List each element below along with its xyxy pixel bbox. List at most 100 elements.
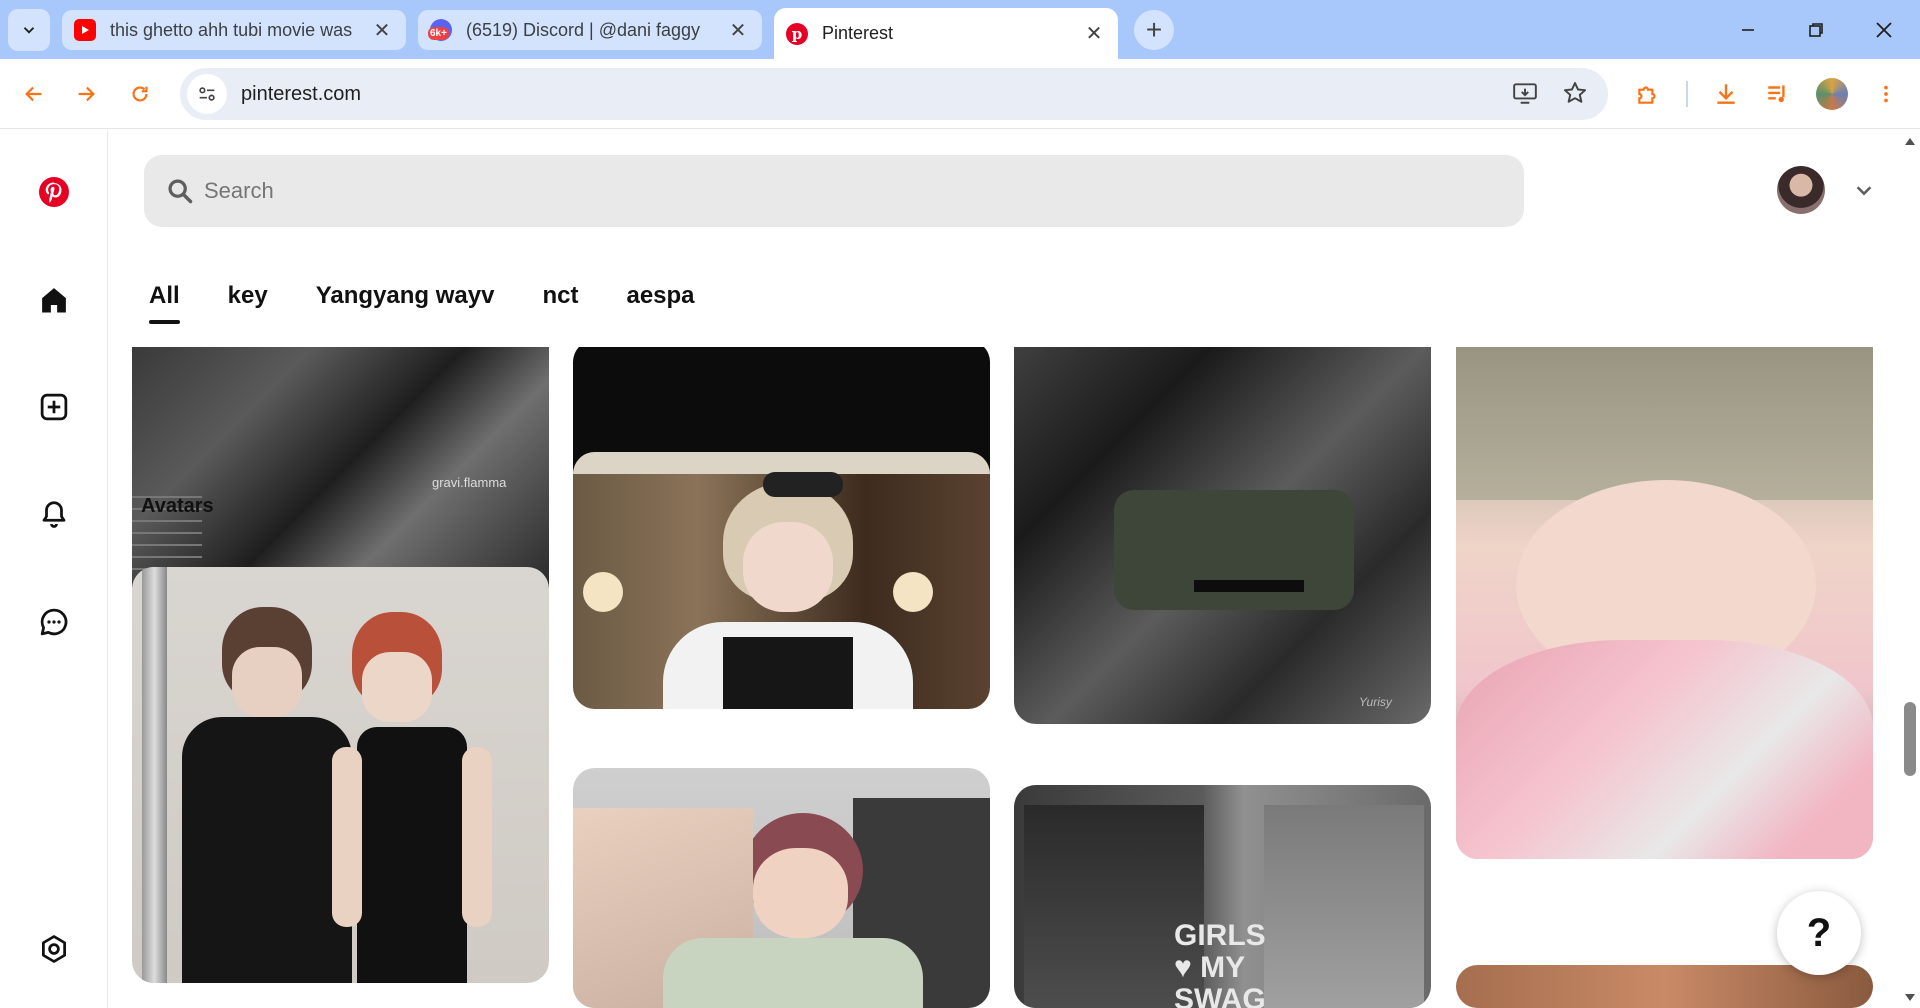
pin-decoration [142, 567, 167, 983]
tab-title: Pinterest [822, 23, 894, 43]
pin-decoration [573, 452, 990, 474]
tab-nct[interactable]: nct [542, 282, 578, 310]
home-icon [42, 288, 66, 313]
tab-key[interactable]: key [228, 282, 268, 310]
tab-title: (6519) Discord | @dani faggy [466, 19, 701, 40]
pin-overlay-label: gravi.flamma [432, 475, 507, 490]
notifications-button[interactable] [32, 492, 76, 536]
account-menu-button[interactable] [1849, 175, 1879, 205]
pin-image[interactable] [573, 768, 990, 1008]
restore-icon [1809, 22, 1823, 37]
tab-strip: this ghetto ahh tubi movie was ✕ 6k+ (65… [0, 0, 1920, 59]
close-icon [1876, 21, 1892, 38]
close-tab-icon[interactable]: ✕ [726, 18, 750, 42]
toolbar-divider [1686, 81, 1688, 107]
messages-button[interactable] [32, 600, 76, 644]
minimize-button[interactable] [1714, 0, 1782, 59]
tab-pinterest[interactable]: p Pinterest ✕ [774, 8, 1118, 59]
new-tab-button[interactable]: + [1134, 10, 1174, 50]
close-tab-icon[interactable]: ✕ [370, 18, 394, 42]
plus-square-icon [40, 393, 68, 421]
pinterest-page: All key Yangyang wayv nct aespa gravi.fl… [0, 130, 1920, 1008]
profile-button[interactable] [1810, 72, 1854, 116]
page-header: All key Yangyang wayv nct aespa [109, 130, 1900, 347]
pin-decoration [462, 747, 492, 927]
create-button[interactable] [32, 385, 76, 429]
install-app-icon[interactable] [1512, 80, 1538, 111]
back-button[interactable] [12, 72, 56, 116]
pin-decoration [1194, 580, 1304, 592]
gear-icon [42, 935, 66, 963]
more-vertical-icon [1884, 85, 1888, 103]
site-info-icon[interactable] [187, 74, 227, 114]
settings-button[interactable] [32, 927, 76, 971]
search-input[interactable] [204, 178, 1404, 204]
tab-all[interactable]: All [149, 282, 180, 324]
url-text: pinterest.com [241, 82, 362, 105]
page-scrollbar[interactable] [1900, 130, 1920, 1008]
tab-aespa[interactable]: aespa [626, 282, 694, 310]
close-window-button[interactable] [1850, 0, 1918, 59]
board-filter-tabs: All key Yangyang wayv nct aespa [149, 282, 743, 324]
chevron-down-icon [23, 27, 35, 34]
pin-decoration [357, 727, 467, 983]
pinterest-logo-button[interactable] [32, 170, 76, 214]
pin-image[interactable] [132, 567, 549, 983]
discord-icon: 6k+ [428, 19, 452, 41]
downloads-button[interactable] [1704, 72, 1748, 116]
arrow-left-icon [25, 86, 42, 102]
reload-button[interactable] [118, 72, 162, 116]
pinterest-icon: p [786, 22, 808, 45]
pin-caption[interactable]: Avatars [141, 495, 214, 518]
search-icon [168, 179, 193, 204]
forward-button[interactable] [64, 72, 108, 116]
close-tab-icon[interactable]: ✕ [1082, 22, 1106, 46]
scroll-up-arrow[interactable] [1905, 138, 1915, 145]
tab-youtube[interactable]: this ghetto ahh tubi movie was ✕ [62, 10, 406, 50]
music-queue-icon [1768, 85, 1785, 103]
pin-image[interactable]: GIRLS ♥ MY SWAG [1014, 785, 1431, 1008]
tab-discord[interactable]: 6k+ (6519) Discord | @dani faggy ✕ [418, 10, 762, 50]
home-button[interactable] [32, 278, 76, 322]
pin-decoration [362, 652, 432, 722]
restore-button[interactable] [1782, 0, 1850, 59]
minimize-icon [1742, 28, 1754, 31]
profile-avatar [1816, 78, 1848, 110]
media-control-button[interactable] [1756, 72, 1800, 116]
scroll-down-arrow[interactable] [1905, 994, 1915, 1001]
address-bar[interactable]: pinterest.com [180, 68, 1608, 120]
search-bar[interactable] [144, 155, 1524, 227]
browser-toolbar: pinterest.com [0, 59, 1920, 129]
user-avatar[interactable] [1777, 166, 1825, 214]
tab-yangyang-wayv[interactable]: Yangyang wayv [316, 282, 495, 310]
pin-image[interactable] [1456, 290, 1873, 859]
reload-icon [132, 86, 148, 102]
download-icon [1717, 84, 1735, 104]
pin-image[interactable] [573, 452, 990, 709]
tab-title: this ghetto ahh tubi movie was [110, 19, 353, 40]
pin-decoration [182, 717, 352, 983]
pin-watermark: Yurisy [1359, 695, 1392, 709]
pin-decoration [1114, 490, 1354, 610]
extensions-button[interactable] [1626, 72, 1670, 116]
tab-search-button[interactable] [8, 9, 50, 51]
youtube-icon [74, 19, 96, 41]
browser-menu-button[interactable] [1864, 72, 1908, 116]
pin-decoration [893, 572, 933, 612]
plus-icon: + [1145, 14, 1163, 45]
arrow-right-icon [78, 86, 95, 102]
pin-decoration [332, 747, 362, 927]
pin-decoration [763, 472, 843, 497]
pin-overlay-text: GIRLS ♥ MY SWAG [1174, 919, 1266, 1008]
pin-decoration [743, 522, 833, 612]
pin-decoration [753, 848, 848, 938]
bookmark-star-icon[interactable] [1562, 80, 1588, 111]
help-button[interactable]: ? [1777, 891, 1861, 975]
chat-bubble-icon [40, 608, 68, 636]
pin-image[interactable]: Yurisy [1014, 290, 1431, 724]
left-sidebar [0, 130, 108, 1008]
pinterest-logo-icon [39, 177, 69, 207]
pin-decoration [723, 637, 853, 709]
scrollbar-thumb[interactable] [1904, 702, 1916, 776]
chevron-down-icon [1856, 186, 1872, 196]
